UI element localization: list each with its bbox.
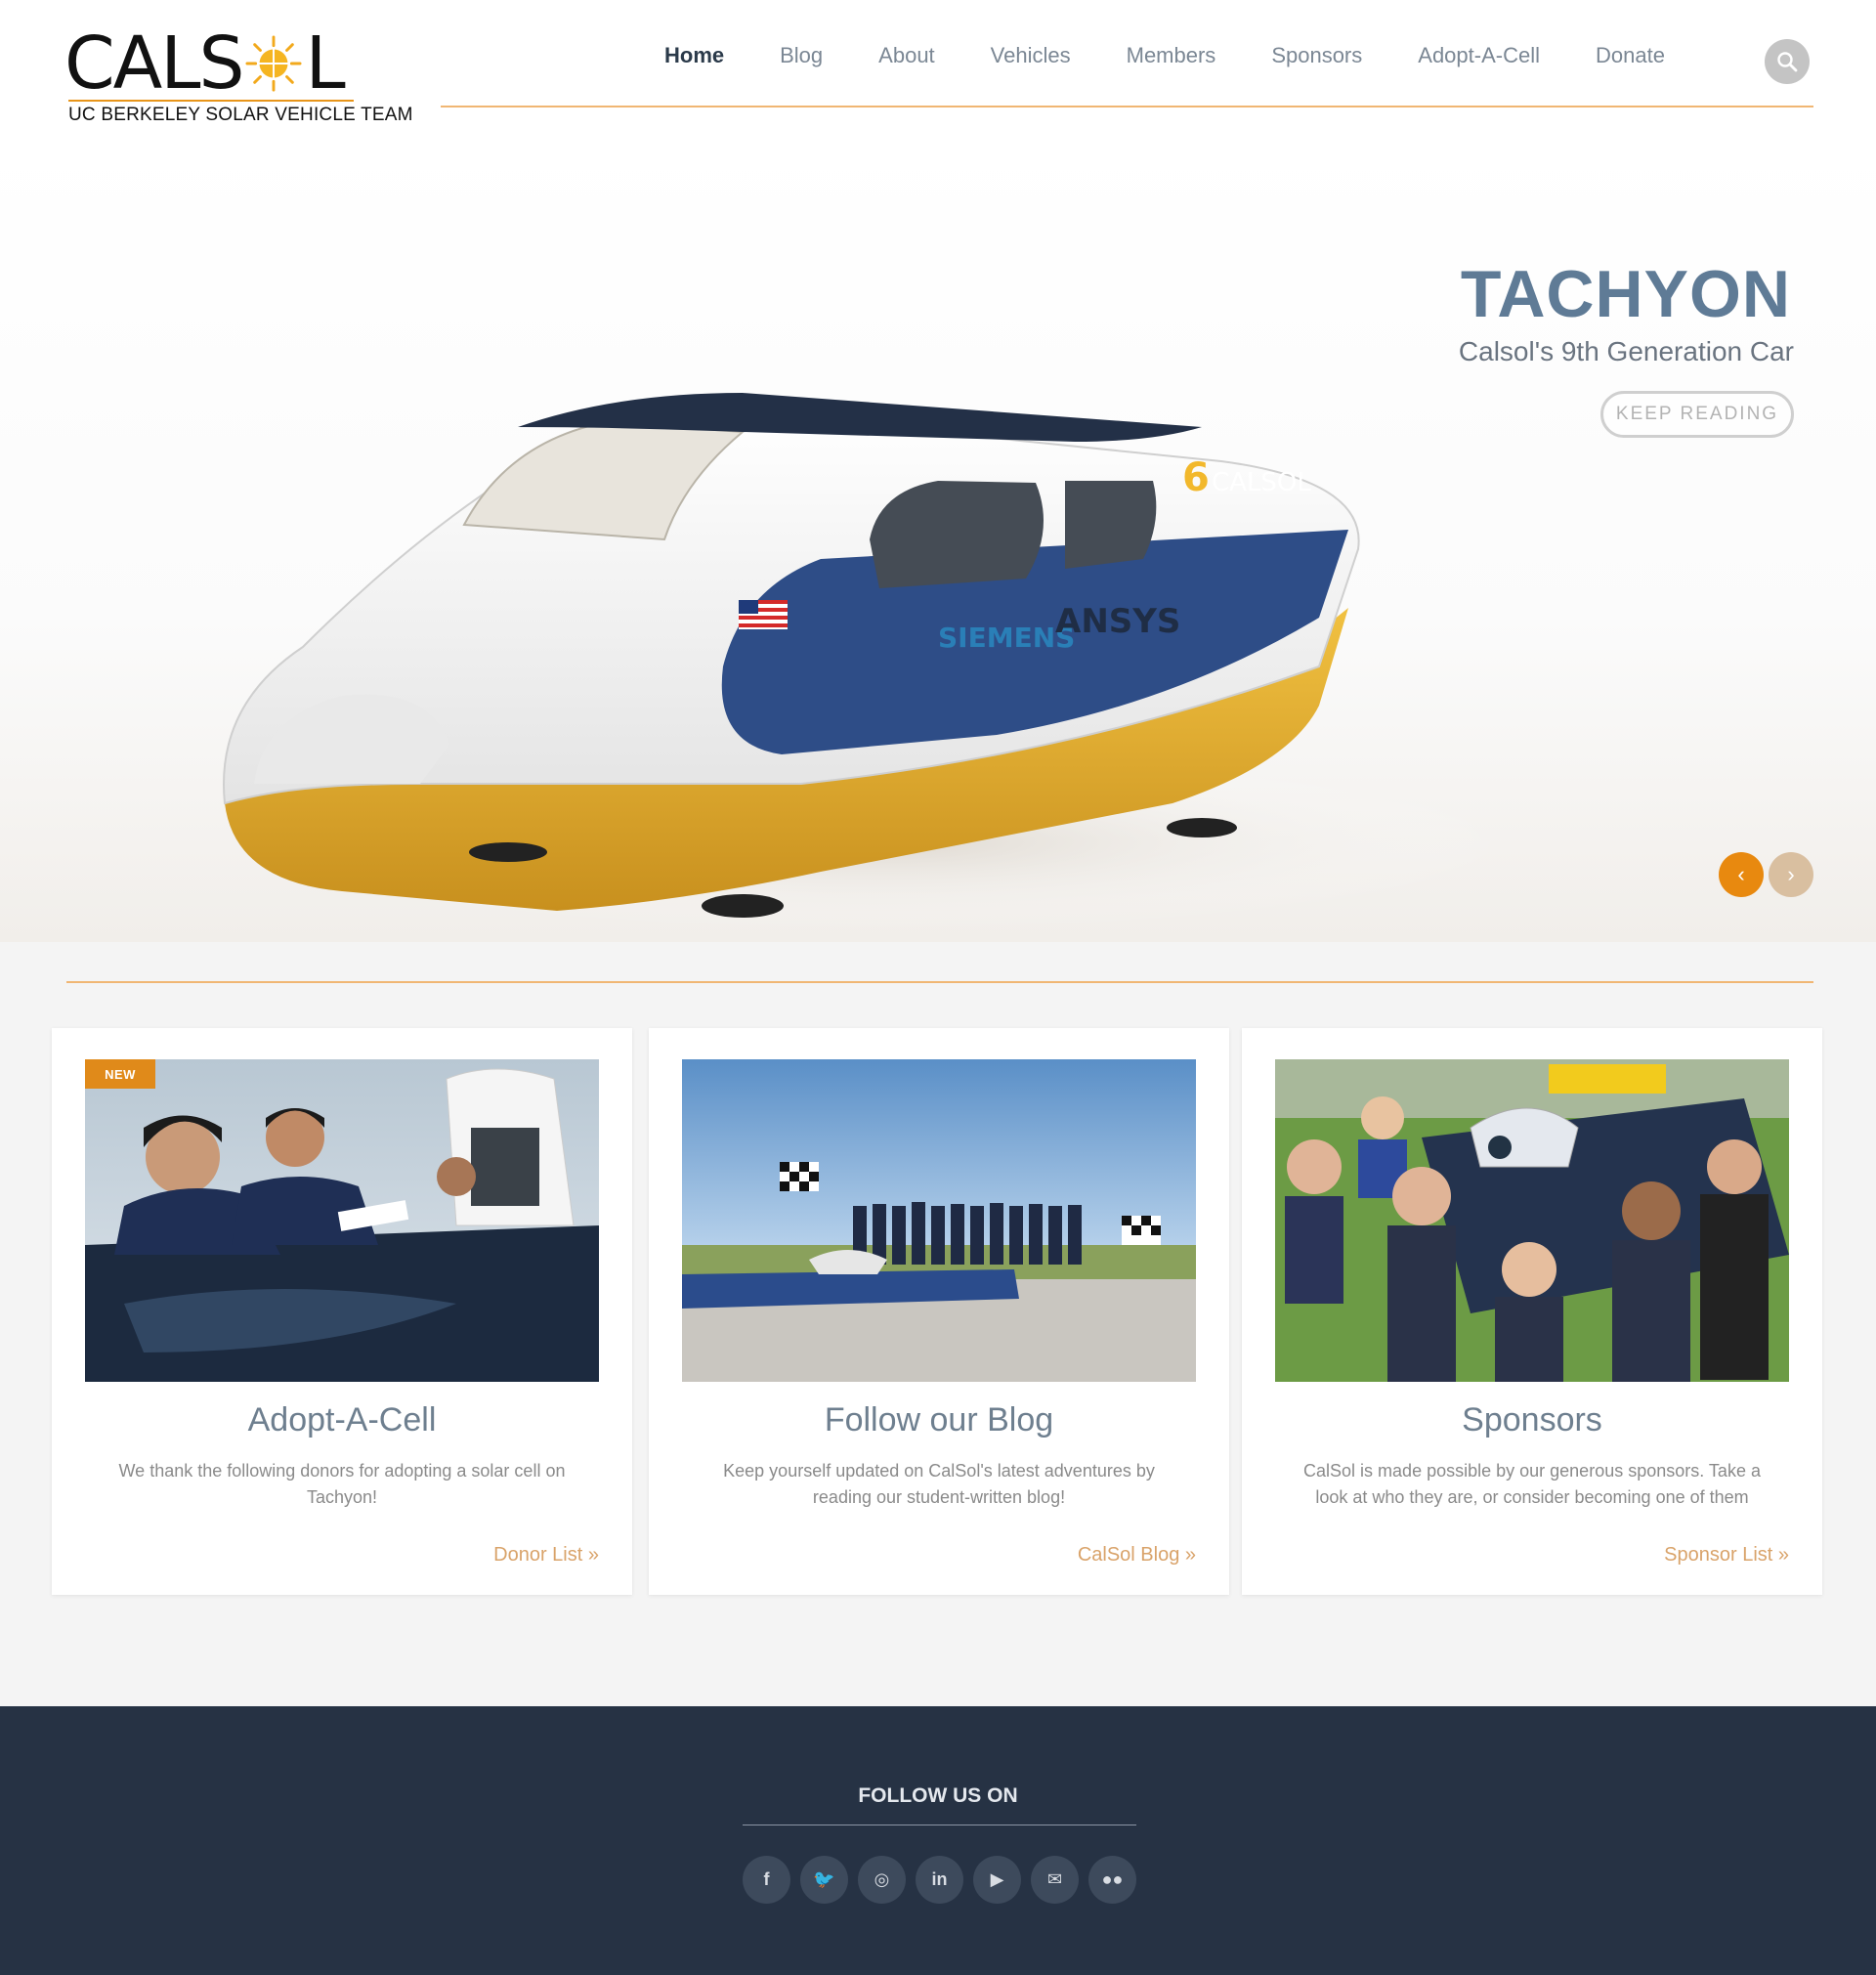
sun-icon	[244, 35, 302, 92]
nav-item-sponsors[interactable]: Sponsors	[1271, 43, 1362, 68]
solar-car-image: SIEMENS ANSYS 6 CALSOL	[223, 393, 1514, 930]
hero-slider: SIEMENS ANSYS 6 CALSOL TACHYON Calsol's …	[0, 139, 1876, 942]
team-with-car-photo	[1275, 1059, 1789, 1382]
email-icon: ✉	[1046, 1869, 1063, 1889]
card-sponsors: Sponsors CalSol is made possible by our …	[1242, 1028, 1822, 1595]
svg-text:ANSYS: ANSYS	[1055, 602, 1180, 641]
logo-word-left: CALS	[64, 21, 244, 106]
donor-list-link[interactable]: Donor List »	[493, 1544, 599, 1567]
chevron-right-icon: ›	[1787, 862, 1795, 886]
card-description: CalSol is made possible by our generous …	[1303, 1461, 1761, 1507]
card-description: Keep yourself updated on CalSol's latest…	[723, 1461, 1155, 1507]
nav-item-members[interactable]: Members	[1127, 43, 1216, 68]
calsol-blog-link[interactable]: CalSol Blog »	[1078, 1544, 1196, 1567]
youtube-link[interactable]: ▶	[973, 1856, 1021, 1904]
nav-item-vehicles[interactable]: Vehicles	[991, 43, 1071, 68]
nav-item-donate[interactable]: Donate	[1596, 43, 1665, 68]
linkedin-link[interactable]: in	[916, 1856, 963, 1904]
follow-us-heading: FOLLOW US ON	[858, 1784, 1018, 1807]
svg-text:6: 6	[1182, 455, 1210, 500]
logo-word-right: L	[305, 21, 346, 106]
nav-item-adopt-a-cell[interactable]: Adopt-A-Cell	[1418, 43, 1540, 68]
card-adopt-a-cell: NEW Adopt-A-Cell We thank the following …	[52, 1028, 632, 1595]
site-header: CALS L UC BERKELEY SOLAR VEHICLE TEAM Ho…	[0, 0, 1876, 139]
logo-tagline: UC BERKELEY SOLAR VEHICLE TEAM	[68, 100, 413, 126]
card-image-adopt-a-cell: NEW	[85, 1059, 599, 1382]
logo-wordmark: CALS L	[64, 21, 346, 106]
site-footer: FOLLOW US ON f 🐦 ◎ in ▶ ✉ ●●	[0, 1706, 1876, 1975]
section-divider	[66, 981, 1813, 983]
hero-subtitle: Calsol's 9th Generation Car	[1458, 336, 1794, 366]
team-at-car-photo	[85, 1059, 599, 1382]
facebook-icon: f	[763, 1869, 770, 1889]
social-links: f 🐦 ◎ in ▶ ✉ ●●	[743, 1856, 1136, 1904]
linkedin-icon: in	[931, 1869, 948, 1889]
flickr-icon: ●●	[1101, 1869, 1124, 1889]
instagram-icon: ◎	[874, 1869, 890, 1889]
nav-item-blog[interactable]: Blog	[780, 43, 823, 68]
card-image-sponsors	[1275, 1059, 1789, 1382]
slider-prev-button[interactable]: ‹	[1719, 852, 1764, 897]
sponsor-list-link[interactable]: Sponsor List »	[1664, 1544, 1789, 1567]
card-description: We thank the following donors for adopti…	[118, 1461, 566, 1507]
keep-reading-button[interactable]: KEEP READING	[1600, 391, 1794, 438]
instagram-link[interactable]: ◎	[858, 1856, 906, 1904]
main-nav: Home Blog About Vehicles Members Sponsor…	[664, 43, 1721, 68]
slider-next-button[interactable]: ›	[1769, 852, 1813, 897]
nav-item-home[interactable]: Home	[664, 43, 724, 68]
card-title: Sponsors	[1462, 1401, 1602, 1438]
nav-item-about[interactable]: About	[878, 43, 935, 68]
new-badge: NEW	[85, 1059, 155, 1089]
svg-text:CALSOL: CALSOL	[1212, 468, 1311, 497]
hero-title: TACHYON	[1460, 257, 1791, 331]
twitter-icon: 🐦	[813, 1869, 835, 1889]
card-image-blog	[682, 1059, 1196, 1382]
twitter-link[interactable]: 🐦	[800, 1856, 848, 1904]
facebook-link[interactable]: f	[743, 1856, 790, 1904]
nav-divider	[441, 106, 1813, 107]
flickr-link[interactable]: ●●	[1088, 1856, 1136, 1904]
card-title: Adopt-A-Cell	[247, 1401, 437, 1438]
card-title: Follow our Blog	[824, 1401, 1054, 1438]
youtube-icon: ▶	[990, 1869, 1004, 1889]
search-button[interactable]	[1765, 39, 1810, 84]
card-follow-blog: Follow our Blog Keep yourself updated on…	[649, 1028, 1229, 1595]
calsol-logo[interactable]: CALS L UC BERKELEY SOLAR VEHICLE TEAM	[64, 21, 413, 126]
search-icon	[1777, 52, 1798, 72]
email-link[interactable]: ✉	[1031, 1856, 1079, 1904]
race-finish-photo	[682, 1059, 1196, 1382]
chevron-left-icon: ‹	[1737, 862, 1745, 886]
